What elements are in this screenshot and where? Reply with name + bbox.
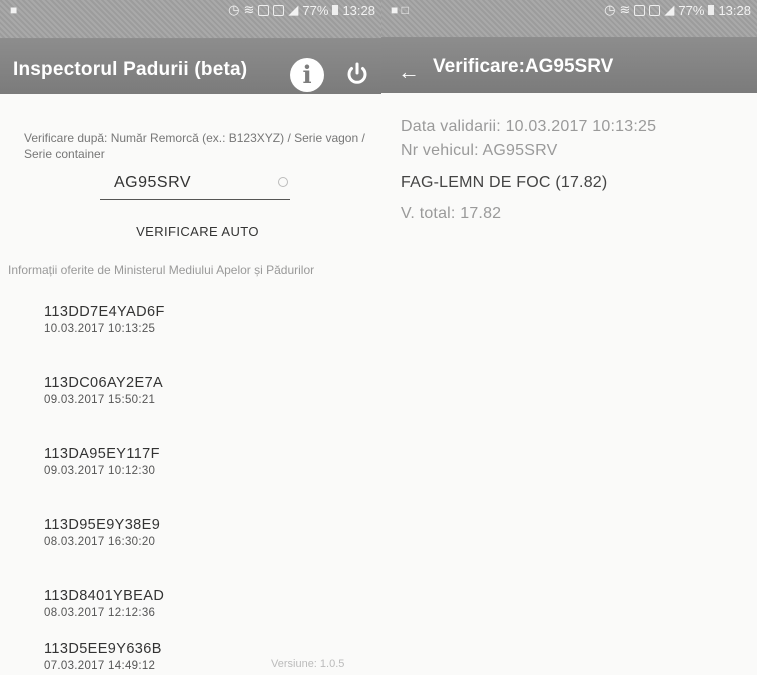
record-code: 113DA95EY117F bbox=[44, 446, 160, 462]
alarm-icon: ◷ bbox=[228, 2, 240, 17]
data-icon bbox=[258, 4, 270, 16]
ministry-note: Informații oferite de Ministerul Mediulu… bbox=[8, 263, 315, 277]
record-code: 113D8401YBEAD bbox=[44, 588, 165, 604]
battery-icon bbox=[332, 5, 339, 15]
screenshot-icon bbox=[649, 4, 661, 16]
search-hint: Verificare după: Număr Remorcă (ex.: B12… bbox=[24, 131, 365, 161]
list-item[interactable]: 113DC06AY2E7A 09.03.2017 15:50:21 bbox=[44, 375, 294, 406]
total-volume: V. total: 17.82 bbox=[401, 205, 502, 222]
page-title: Verificare:AG95SRV bbox=[433, 56, 614, 77]
product-line: FAG-LEMN DE FOC (17.82) bbox=[401, 174, 608, 191]
app-bar: ← Verificare:AG95SRV bbox=[381, 37, 757, 93]
record-code: 113DD7E4YAD6F bbox=[44, 304, 165, 320]
back-arrow-icon[interactable]: ← bbox=[398, 59, 420, 85]
vehicle-number: Nr vehicul: AG95SRV bbox=[401, 142, 558, 159]
list-item[interactable]: 113D5EE9Y636B 07.03.2017 14:49:12 bbox=[44, 641, 294, 672]
screenshot-icon bbox=[273, 4, 285, 16]
record-date: 09.03.2017 10:12:30 bbox=[44, 465, 156, 477]
wifi-icon: ≋ bbox=[619, 2, 631, 17]
right-screen: ■ □ ◷ ≋ ◢ 77% 13:28 ← Verificare:AG95SRV… bbox=[381, 0, 757, 675]
list-item[interactable]: 113DD7E4YAD6F 10.03.2017 10:13:25 bbox=[44, 304, 294, 335]
alarm-icon: ◷ bbox=[604, 2, 616, 17]
status-icons: ◷ ≋ ◢ 77% 13:28 bbox=[228, 2, 375, 18]
clock: 13:28 bbox=[342, 2, 375, 18]
app-bar: Inspectorul Padurii (beta) i bbox=[0, 38, 381, 94]
notification-icon: ■ bbox=[10, 3, 18, 17]
power-icon[interactable] bbox=[342, 59, 372, 89]
battery-icon bbox=[708, 5, 715, 15]
left-screen: ■ ◷ ≋ ◢ 77% 13:28 Inspectorul Padurii (b… bbox=[0, 0, 381, 675]
data-icon bbox=[634, 4, 646, 16]
signal-icon: ◢ bbox=[664, 2, 675, 17]
vehicle-number-input[interactable]: AG95SRV bbox=[100, 172, 290, 200]
record-date: 09.03.2017 15:50:21 bbox=[44, 394, 156, 406]
record-date: 08.03.2017 12:12:36 bbox=[44, 607, 156, 619]
record-date: 07.03.2017 14:49:12 bbox=[44, 660, 156, 672]
app-version: Versiune: 1.0.5 bbox=[271, 658, 345, 670]
list-item[interactable]: 113DA95EY117F 09.03.2017 10:12:30 bbox=[44, 446, 294, 477]
record-code: 113D95E9Y38E9 bbox=[44, 517, 161, 533]
record-code: 113D5EE9Y636B bbox=[44, 641, 162, 657]
record-date: 10.03.2017 10:13:25 bbox=[44, 323, 156, 335]
list-item[interactable]: 113D8401YBEAD 08.03.2017 12:12:36 bbox=[44, 588, 294, 619]
status-bar: ■ ◷ ≋ ◢ 77% 13:28 bbox=[0, 0, 381, 38]
info-icon[interactable]: i bbox=[290, 58, 324, 92]
clear-icon[interactable] bbox=[278, 177, 288, 187]
record-date: 08.03.2017 16:30:20 bbox=[44, 536, 156, 548]
app-title: Inspectorul Padurii (beta) bbox=[13, 59, 248, 80]
vehicle-number-value: AG95SRV bbox=[114, 174, 192, 191]
record-code: 113DC06AY2E7A bbox=[44, 375, 164, 391]
wifi-icon: ≋ bbox=[243, 2, 255, 17]
battery-percent: 77% bbox=[678, 2, 705, 18]
status-icons: ◷ ≋ ◢ 77% 13:28 bbox=[604, 2, 751, 18]
notification-icon: ■ □ bbox=[391, 3, 409, 17]
list-item[interactable]: 113D95E9Y38E9 08.03.2017 16:30:20 bbox=[44, 517, 294, 548]
battery-percent: 77% bbox=[302, 2, 329, 18]
verify-auto-button[interactable]: VERIFICARE AUTO bbox=[130, 224, 265, 239]
clock: 13:28 bbox=[718, 2, 751, 18]
signal-icon: ◢ bbox=[288, 2, 299, 17]
validation-date: Data validarii: 10.03.2017 10:13:25 bbox=[401, 118, 657, 135]
status-bar: ■ □ ◷ ≋ ◢ 77% 13:28 bbox=[381, 0, 757, 38]
